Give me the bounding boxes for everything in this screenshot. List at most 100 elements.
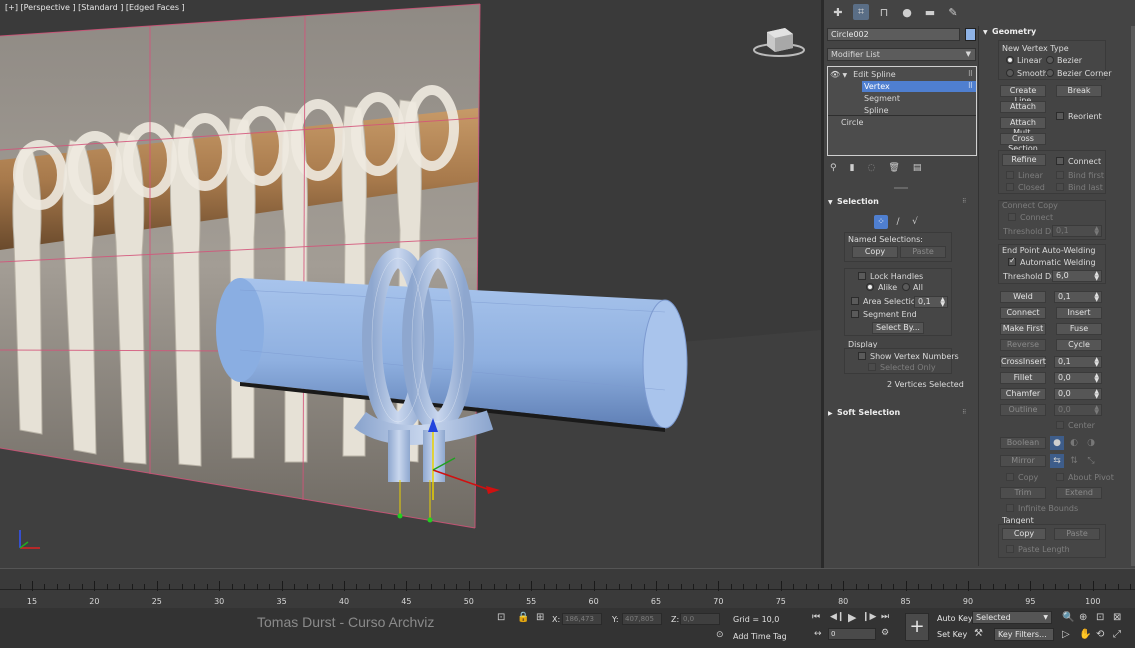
cross-section-button[interactable]: Cross Section — [1000, 133, 1046, 153]
orbit-icon[interactable]: ⟲ — [1096, 629, 1104, 640]
tangent-copy-button[interactable]: Copy — [1002, 528, 1046, 540]
spinner-arrows-icon[interactable]: ▲ ▼ — [1094, 357, 1099, 368]
boolean-button[interactable]: Boolean — [1000, 437, 1046, 449]
paste-length-checkbox[interactable] — [1006, 545, 1014, 553]
default-in-out-tangents-icon[interactable]: ⚒ — [974, 628, 983, 639]
mirror-vertical-icon[interactable]: ⇅ — [1067, 454, 1081, 468]
smooth-radio[interactable] — [1006, 69, 1014, 77]
perspective-viewport[interactable]: [+] [Perspective ] [Standard ] [Edged Fa… — [0, 0, 821, 568]
stack-item-vertex[interactable]: Vertex ⠿ — [862, 81, 976, 92]
stack-item-circle[interactable]: Circle — [841, 117, 863, 128]
reverse-button[interactable]: Reverse — [1000, 339, 1046, 351]
expand-triangle-icon[interactable]: ▼ — [843, 70, 851, 81]
viewport-label[interactable]: [+] [Perspective ] [Standard ] [Edged Fa… — [5, 3, 185, 12]
show-vertex-numbers-checkbox[interactable] — [858, 352, 866, 360]
zoom-extents-all-icon[interactable]: ⊠ — [1113, 612, 1121, 623]
intersect-icon[interactable]: ◑ — [1084, 436, 1098, 450]
mirror-both-icon[interactable]: ⤡ — [1084, 454, 1098, 468]
remove-modifier-icon[interactable]: 🗑 — [888, 163, 899, 175]
spinner-arrows-icon[interactable]: ▲ ▼ — [1094, 405, 1099, 416]
threshold-dist-spinner[interactable]: 0,1 ▲ ▼ — [1052, 225, 1102, 237]
segment-end-checkbox[interactable] — [851, 310, 859, 318]
chamfer-spinner[interactable]: 0,0 ▲ ▼ — [1054, 388, 1102, 400]
alike-radio[interactable] — [866, 283, 874, 291]
y-coord-field[interactable]: 407,805 — [622, 613, 662, 625]
area-selection-spinner[interactable]: 0,1 ▲ ▼ — [914, 296, 948, 308]
time-configuration-icon[interactable]: ⚙ — [881, 628, 889, 638]
spinner-arrows-icon[interactable]: ▲ ▼ — [940, 297, 945, 308]
insert-button[interactable]: Insert — [1056, 307, 1102, 319]
modifier-stack[interactable]: 👁 ▼ Edit Spline ⠿ Vertex ⠿ Segment Splin… — [827, 66, 977, 156]
mirror-horizontal-icon[interactable]: ⇆ — [1050, 454, 1064, 468]
refine-button[interactable]: Refine — [1002, 154, 1046, 166]
object-name-field[interactable]: Circle002 — [827, 28, 960, 41]
vertex-mode-icon[interactable]: ⁘ — [874, 215, 888, 229]
zoom-icon[interactable]: 🔍 — [1062, 612, 1074, 623]
stack-item-segment[interactable]: Segment — [864, 93, 900, 104]
connect-copy-checkbox[interactable] — [1008, 213, 1016, 221]
zoom-extents-icon[interactable]: ⊡ — [1096, 612, 1104, 623]
soft-selection-rollout-header[interactable]: ▶ Soft Selection — [828, 407, 900, 419]
panel-resize-handle[interactable] — [894, 187, 908, 189]
connect-checkbox[interactable] — [1056, 157, 1064, 165]
configure-modifier-sets-icon[interactable]: ▤ — [913, 163, 922, 175]
fuse-button[interactable]: Fuse — [1056, 323, 1102, 335]
spinner-arrows-icon[interactable]: ▲ ▼ — [1094, 373, 1099, 384]
key-mode-dropdown[interactable]: Selected ▼ — [972, 611, 1052, 624]
go-to-end-icon[interactable]: ⏭ — [881, 612, 889, 622]
hierarchy-icon[interactable]: ⊓ — [876, 4, 892, 20]
create-line-button[interactable]: Create Line — [1000, 85, 1046, 105]
geometry-rollout-header[interactable]: ▼ Geometry — [983, 26, 1036, 38]
bind-first-checkbox[interactable] — [1056, 171, 1064, 179]
linear-checkbox[interactable] — [1006, 171, 1014, 179]
trim-button[interactable]: Trim — [1000, 487, 1046, 499]
subtract-icon[interactable]: ◐ — [1067, 436, 1081, 450]
auto-key-button[interactable]: Auto Key — [937, 612, 973, 625]
display-icon[interactable]: ▬ — [922, 4, 938, 20]
paste-selection-button[interactable]: Paste — [900, 246, 946, 258]
show-end-result-icon[interactable]: ▮ — [850, 163, 855, 175]
maximize-viewport-icon[interactable]: ⤢ — [1113, 629, 1121, 640]
attach-button[interactable]: Attach — [1000, 101, 1046, 113]
selected-only-checkbox[interactable] — [868, 363, 876, 371]
zoom-all-icon[interactable]: ⊕ — [1079, 612, 1087, 623]
closed-checkbox[interactable] — [1006, 183, 1014, 191]
center-checkbox[interactable] — [1056, 421, 1064, 429]
spinner-arrows-icon[interactable]: ▲ ▼ — [1094, 292, 1099, 303]
isolate-selection-icon[interactable]: ⊡ — [497, 612, 505, 623]
linear-radio[interactable] — [1006, 56, 1014, 64]
crossinsert-button[interactable]: CrossInsert — [1000, 356, 1046, 368]
attach-mult-button[interactable]: Attach Mult. — [1000, 117, 1046, 137]
modify-icon[interactable]: ⌗ — [853, 4, 869, 20]
add-time-tag-button[interactable]: Add Time Tag — [733, 632, 787, 641]
all-radio[interactable] — [902, 283, 910, 291]
weld-spinner[interactable]: 0,1 ▲ ▼ — [1054, 291, 1102, 303]
extend-button[interactable]: Extend — [1056, 487, 1102, 499]
selection-rollout-header[interactable]: ▼ Selection — [828, 196, 879, 208]
outline-spinner[interactable]: 0,0 ▲ ▼ — [1054, 404, 1102, 416]
set-key-button[interactable]: Set Key — [937, 628, 967, 641]
motion-icon[interactable]: ● — [899, 4, 915, 20]
bezier-corner-radio[interactable] — [1046, 69, 1054, 77]
field-of-view-icon[interactable]: ▷ — [1062, 629, 1070, 640]
modifier-list-dropdown[interactable]: Modifier List ▼ — [827, 48, 976, 61]
crossinsert-spinner[interactable]: 0,1 ▲ ▼ — [1054, 356, 1102, 368]
pin-stack-icon[interactable]: ⚲ — [830, 163, 837, 175]
utilities-icon[interactable]: ✎ — [945, 4, 961, 20]
chamfer-button[interactable]: Chamfer — [1000, 388, 1046, 400]
fillet-button[interactable]: Fillet — [1000, 372, 1046, 384]
command-panel-scrollbar[interactable] — [1131, 26, 1135, 566]
about-pivot-checkbox[interactable] — [1056, 473, 1064, 481]
scrollbar-thumb[interactable] — [1131, 26, 1135, 566]
absolute-mode-transform-icon[interactable]: ⊞ — [536, 612, 544, 623]
create-icon[interactable]: ✚ — [830, 4, 846, 20]
make-unique-icon[interactable]: ◌ — [868, 163, 876, 175]
infinite-bounds-checkbox[interactable] — [1006, 504, 1014, 512]
area-selection-checkbox[interactable] — [851, 297, 859, 305]
stack-item-edit-spline[interactable]: 👁 ▼ Edit Spline ⠿ — [830, 69, 976, 80]
bezier-radio[interactable] — [1046, 56, 1054, 64]
copy-selection-button[interactable]: Copy — [852, 246, 898, 258]
break-button[interactable]: Break — [1056, 85, 1102, 97]
weld-button[interactable]: Weld — [1000, 291, 1046, 303]
mirror-copy-checkbox[interactable] — [1006, 473, 1014, 481]
